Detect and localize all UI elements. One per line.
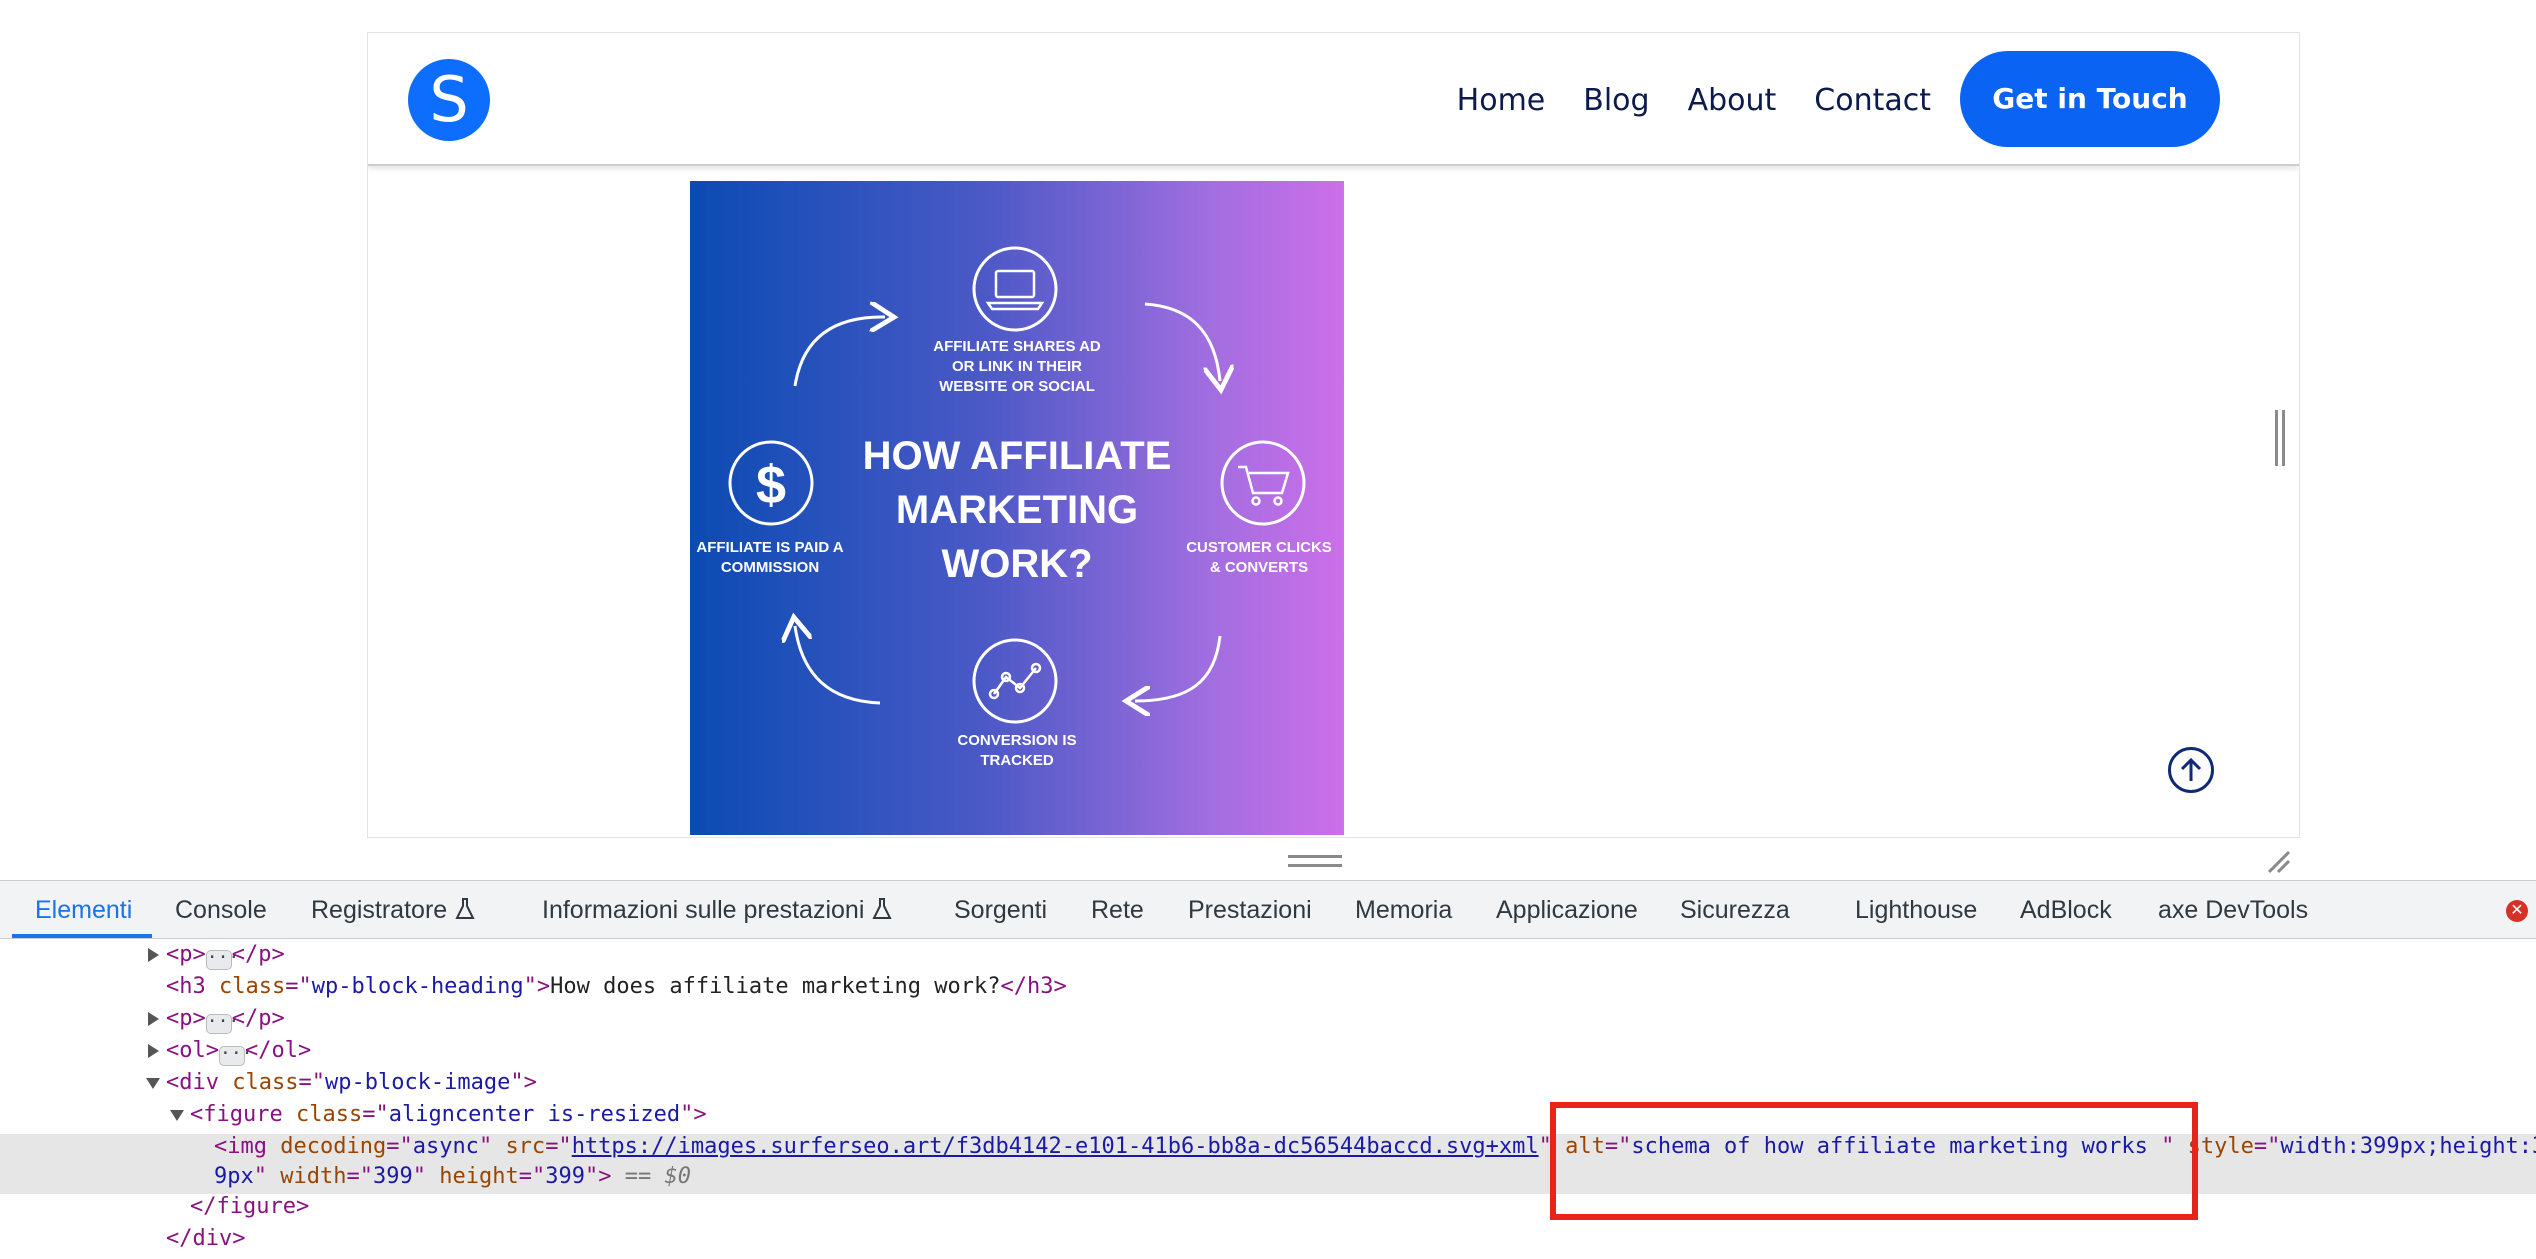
tab-lighthouse[interactable]: Lighthouse [1855,881,1977,939]
line-chart-icon [988,662,1042,700]
dom-node-ol[interactable]: <ol>···</ol> [148,1035,311,1067]
step-shares-label: AFFILIATE SHARES AD OR LINK IN THEIR WEB… [933,338,1101,395]
devtools-tab-bar: Elementi Console Registratore Informazio… [0,881,2536,939]
img-src-link[interactable]: https://images.surferseo.art/f3db4142-e1… [572,1134,1539,1159]
site-header: S Home Blog About Contact Get in Touch [368,33,2299,166]
viewport-resize-handle-right[interactable] [2275,410,2285,466]
ellipsis-icon[interactable]: ··· [218,1045,253,1066]
flask-icon [872,898,893,919]
dom-node-div[interactable]: <div class="wp-block-image"> [146,1067,537,1099]
collapse-triangle-icon[interactable] [146,1078,160,1089]
h3-text: How does affiliate marketing work? [550,974,1001,999]
emulated-viewport: S Home Blog About Contact Get in Touch $… [0,0,2536,880]
step-paid-label: AFFILIATE IS PAID A COMMISSION [696,539,844,576]
dom-node-div-close: </div> [166,1226,246,1251]
arrow-up-icon [2180,757,2202,781]
get-in-touch-button[interactable]: Get in Touch [1960,51,2220,147]
ellipsis-icon[interactable]: ··· [205,1013,239,1034]
arrow-paid-to-shares [793,317,885,387]
tab-recorder[interactable]: Registratore [311,881,475,939]
tab-memory[interactable]: Memoria [1355,881,1452,939]
cart-icon [1238,465,1290,506]
nav-link-blog[interactable]: Blog [1583,83,1649,118]
cart-icon-ring [1220,440,1306,526]
tab-axe-devtools[interactable]: axe DevTools [2158,881,2308,939]
dom-node-figure[interactable]: <figure class="aligncenter is-resized"> [170,1099,707,1131]
tab-elements[interactable]: Elementi [35,881,132,939]
site-logo[interactable]: S [408,59,490,141]
expand-triangle-icon[interactable] [148,1044,159,1058]
diagram-title: HOW AFFILIATE MARKETING WORK? [862,434,1172,586]
nav-link-home[interactable]: Home [1457,83,1546,118]
expand-triangle-icon[interactable] [148,1012,159,1026]
nav-link-about[interactable]: About [1688,83,1777,118]
tab-console[interactable]: Console [175,881,267,939]
dom-node-h3[interactable]: <h3 class="wp-block-heading">How does af… [166,971,1067,1003]
selected-marker: == $0 [624,1164,691,1189]
laptop-icon [985,269,1045,311]
flask-icon [455,898,475,919]
tab-recorder-label: Registratore [311,896,448,924]
arrow-clicks-to-tracked [1135,635,1222,701]
dollar-icon: $ [756,455,786,515]
arrow-tracked-to-paid [795,626,881,705]
ellipsis-icon[interactable]: ··· [205,949,239,970]
device-frame: S Home Blog About Contact Get in Touch $… [367,32,2300,838]
step-clicks-label: CUSTOMER CLICKS & CONVERTS [1186,539,1332,576]
dom-node-p[interactable]: <p>···</p> [148,1003,285,1035]
dom-node-p[interactable]: <p>···</p> [148,939,285,971]
tab-network[interactable]: Rete [1091,881,1144,939]
dom-node-figure-close: </figure> [190,1194,310,1219]
expand-triangle-icon[interactable] [148,948,159,962]
collapse-triangle-icon[interactable] [170,1110,184,1121]
main-nav: Home Blog About Contact [1457,83,1931,118]
step-tracked-label: CONVERSION IS TRACKED [957,732,1077,769]
viewport-resize-handle-bottom[interactable] [1288,855,1342,867]
chart-icon-ring [972,638,1058,724]
nav-link-contact[interactable]: Contact [1814,83,1931,118]
laptop-icon-ring [972,246,1058,332]
affiliate-marketing-diagram: $ HOW AFFILIATE MARKETING WORK? AFFILIAT… [690,181,1344,835]
viewport-resize-corner-icon[interactable] [2265,848,2291,874]
tab-application[interactable]: Applicazione [1496,881,1638,939]
tab-security[interactable]: Sicurezza [1680,881,1790,939]
dom-node-img-continued[interactable]: 9px" width="399" height="399"> == $0 [214,1161,691,1193]
tab-adblock[interactable]: AdBlock [2020,881,2112,939]
tab-performance-insights[interactable]: Informazioni sulle prestazioni [542,881,893,939]
tab-performance[interactable]: Prestazioni [1188,881,1312,939]
active-tab-underline [12,934,152,938]
scroll-to-top-button[interactable] [2168,747,2214,793]
close-icon[interactable]: ✕ [2506,900,2528,922]
tab-sources[interactable]: Sorgenti [954,881,1047,939]
tab-performance-insights-label: Informazioni sulle prestazioni [542,896,865,924]
alt-attribute-highlight-box [1550,1102,2198,1220]
arrow-shares-to-clicks [1144,302,1220,381]
